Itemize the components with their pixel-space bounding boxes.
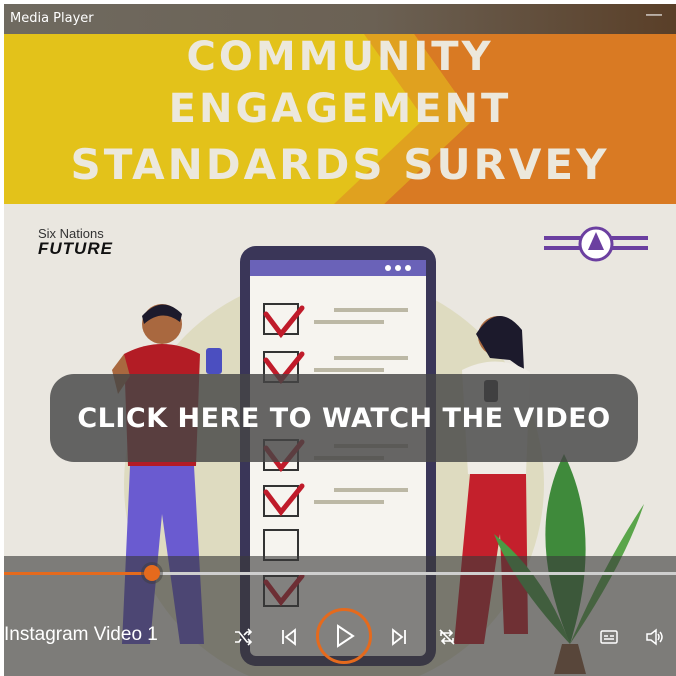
watch-video-label: CLICK HERE TO WATCH THE VIDEO	[77, 402, 611, 434]
six-nations-future-logo: Six Nations FUTURE	[38, 226, 113, 259]
watch-video-overlay-button[interactable]: CLICK HERE TO WATCH THE VIDEO	[50, 374, 638, 462]
seek-bar-progress	[4, 572, 152, 575]
volume-icon[interactable]	[642, 624, 668, 650]
playback-controls: Instagram Video 1	[4, 556, 676, 676]
window-title: Media Player	[10, 11, 94, 26]
captions-icon[interactable]	[596, 624, 622, 650]
repeat-icon[interactable]	[434, 624, 460, 650]
logo-text-line-2: FUTURE	[38, 239, 113, 258]
previous-icon[interactable]	[276, 624, 302, 650]
headline-line-2: ENGAGEMENT	[168, 86, 512, 132]
media-player-window: Media Player — COMMUNITY ENGAGEMENT STAN…	[4, 4, 676, 676]
play-icon[interactable]	[316, 608, 372, 664]
next-icon[interactable]	[386, 624, 412, 650]
minimize-button[interactable]: —	[646, 6, 662, 24]
headline-line-1: COMMUNITY	[186, 34, 494, 80]
title-bar: Media Player —	[4, 4, 676, 34]
video-title: Instagram Video 1	[4, 624, 158, 645]
headline-line-3: STANDARDS SURVEY	[70, 140, 610, 189]
shuffle-icon[interactable]	[230, 624, 256, 650]
six-nations-seal-icon	[544, 226, 648, 262]
seek-bar-thumb[interactable]	[143, 565, 160, 581]
